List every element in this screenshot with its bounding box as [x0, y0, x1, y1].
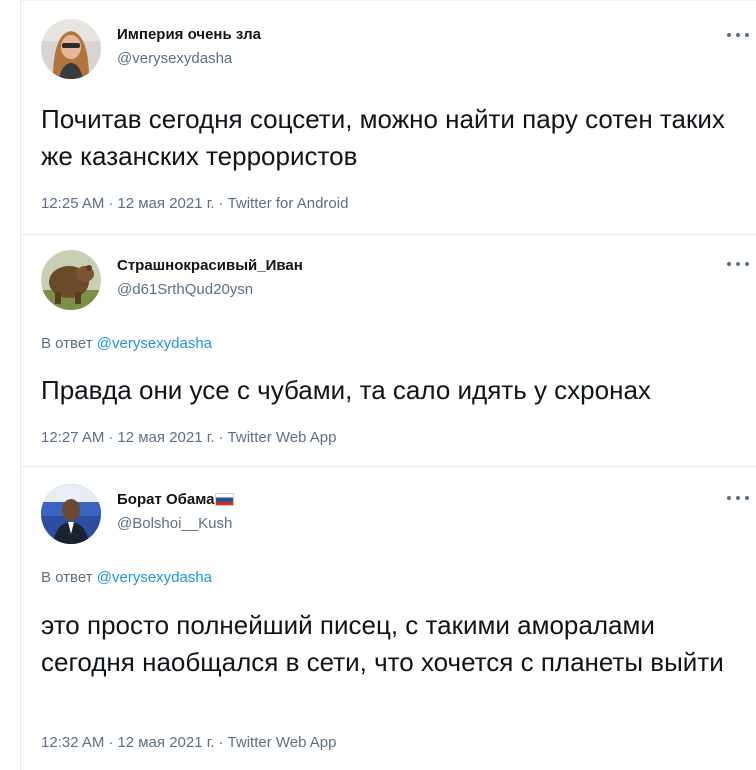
reply-prefix: В ответ: [41, 335, 93, 352]
display-name[interactable]: Империя очень зла: [117, 26, 261, 43]
tweet-text: это просто полнейший писец, с такими амо…: [41, 610, 724, 677]
tweet-text: Правда они усе с чубами, та сало идять у…: [41, 375, 651, 405]
meta-separator: ·: [108, 429, 114, 446]
tweet-meta: 12:25 AM · 12 мая 2021 г. · Twitter for Andr…: [41, 195, 348, 212]
tweet-text: Почитав сегодня соцсети, можно найти пар…: [41, 104, 725, 171]
tweet-meta: 12:32 AM · 12 мая 2021 г. · Twitter Web App: [41, 734, 337, 751]
tweet-time[interactable]: 12:25 AM: [41, 195, 104, 212]
russian-flag-icon: [215, 493, 235, 506]
tweet[interactable]: Борат Обама @Bolshoi__Kush В ответ @very…: [21, 467, 756, 770]
reply-handle-link[interactable]: @verysexydasha: [97, 335, 212, 352]
display-name[interactable]: Борат Обама: [117, 491, 214, 508]
meta-separator: ·: [218, 734, 224, 751]
tweet[interactable]: Страшнокрасивый_Иван @d61SrthQud20ysn В …: [21, 234, 756, 467]
meta-separator: ·: [108, 734, 114, 751]
tweet-date[interactable]: 12 мая 2021 г.: [117, 429, 214, 446]
more-icon[interactable]: [727, 489, 749, 507]
avatar[interactable]: [41, 250, 101, 310]
name-row: Страшнокрасивый_Иван: [117, 257, 303, 274]
tweet-meta: 12:27 AM · 12 мая 2021 г. · Twitter Web App: [41, 429, 337, 446]
display-name[interactable]: Страшнокрасивый_Иван: [117, 257, 303, 274]
user-handle[interactable]: @Bolshoi__Kush: [117, 515, 232, 532]
reply-context: В ответ @verysexydasha: [41, 335, 212, 352]
tweet-source[interactable]: Twitter Web App: [228, 734, 337, 751]
user-handle[interactable]: @d61SrthQud20ysn: [117, 281, 253, 298]
user-handle[interactable]: @verysexydasha: [117, 50, 232, 67]
reply-prefix: В ответ: [41, 569, 93, 586]
tweet-source[interactable]: Twitter Web App: [228, 429, 337, 446]
tweet-date[interactable]: 12 мая 2021 г.: [117, 195, 214, 212]
tweet-source[interactable]: Twitter for Android: [228, 195, 349, 212]
tweet-thread: Империя очень зла @verysexydasha Почитав…: [20, 0, 756, 770]
more-icon[interactable]: [727, 255, 749, 273]
meta-separator: ·: [218, 195, 224, 212]
name-row: Борат Обама: [117, 491, 235, 508]
meta-separator: ·: [108, 195, 114, 212]
meta-separator: ·: [218, 429, 224, 446]
avatar[interactable]: [41, 484, 101, 544]
tweet-time[interactable]: 12:27 AM: [41, 429, 104, 446]
tweet-date[interactable]: 12 мая 2021 г.: [117, 734, 214, 751]
tweet-time[interactable]: 12:32 AM: [41, 734, 104, 751]
reply-context: В ответ @verysexydasha: [41, 569, 212, 586]
more-icon[interactable]: [727, 26, 749, 44]
reply-handle-link[interactable]: @verysexydasha: [97, 569, 212, 586]
avatar[interactable]: [41, 19, 101, 79]
name-row: Империя очень зла: [117, 26, 261, 43]
tweet[interactable]: Империя очень зла @verysexydasha Почитав…: [21, 0, 756, 235]
